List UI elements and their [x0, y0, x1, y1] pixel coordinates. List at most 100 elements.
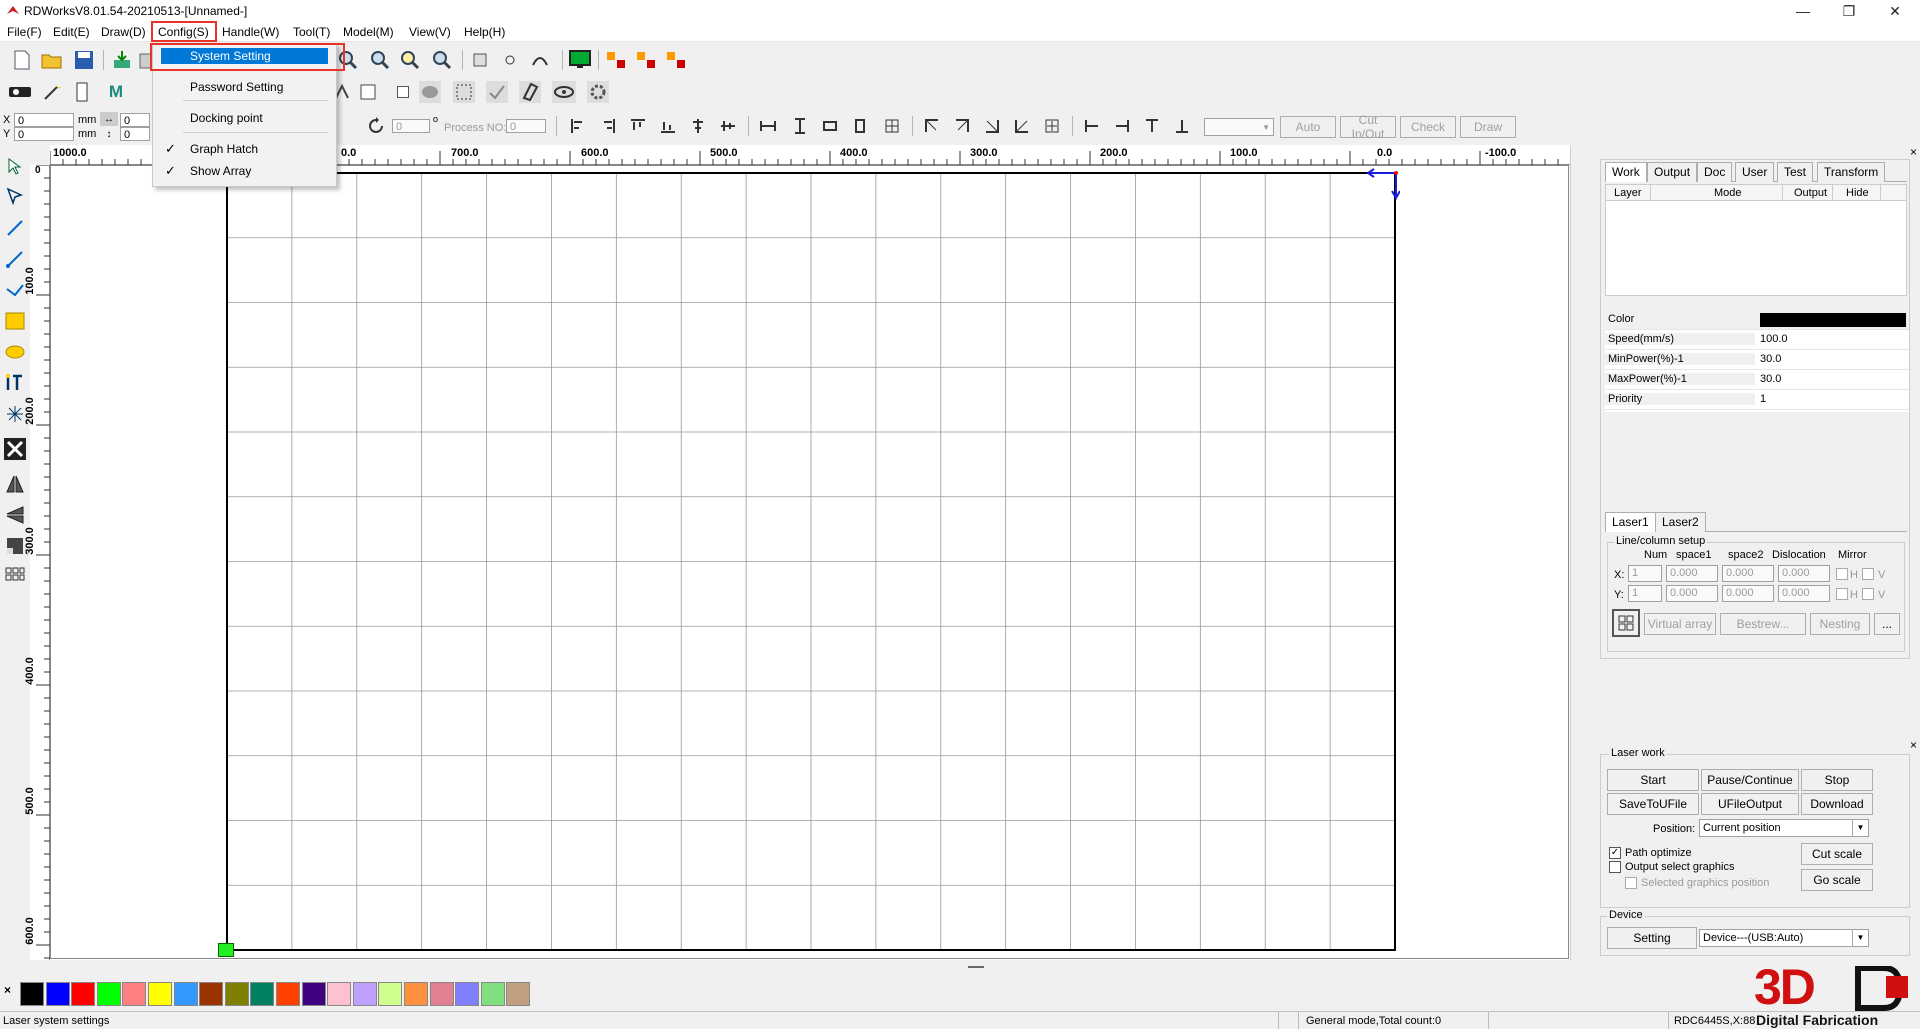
menu-file[interactable]: File(F) — [4, 24, 45, 40]
align-vcenter-icon[interactable] — [716, 115, 740, 137]
drawing-canvas[interactable] — [50, 165, 1570, 960]
eraser-icon[interactable] — [518, 81, 542, 103]
new-file-icon[interactable] — [10, 49, 34, 71]
corner-br-icon[interactable] — [980, 115, 1004, 137]
palette-swatch[interactable] — [173, 982, 198, 1006]
width-input[interactable]: 0 — [120, 113, 150, 127]
tab-transform[interactable]: Transform — [1817, 162, 1886, 182]
palette-swatch[interactable] — [250, 982, 275, 1006]
palette-swatch[interactable] — [71, 982, 96, 1006]
palette-close-icon[interactable]: × — [4, 983, 11, 997]
palette-swatch[interactable] — [301, 982, 326, 1006]
palette-swatch[interactable] — [45, 982, 70, 1006]
align-3-icon[interactable] — [664, 49, 688, 71]
zoom-select-icon[interactable] — [430, 49, 454, 71]
align-1-icon[interactable] — [604, 49, 628, 71]
go-scale-button[interactable]: Go scale — [1801, 869, 1873, 891]
rectangle-tool-icon[interactable] — [3, 310, 27, 332]
import-icon[interactable] — [110, 49, 134, 71]
align-hcenter-icon[interactable] — [686, 115, 710, 137]
same-width-icon[interactable] — [756, 115, 780, 137]
palette-swatch[interactable] — [148, 982, 172, 1006]
align-bottom-icon[interactable] — [656, 115, 680, 137]
array-more-button[interactable]: ... — [1874, 613, 1900, 635]
ufile-output-button[interactable]: UFileOutput — [1701, 793, 1799, 815]
tab-laser2[interactable]: Laser2 — [1655, 512, 1706, 532]
array-x-space1[interactable]: 0.000 — [1666, 565, 1718, 582]
delete-tool-icon[interactable] — [3, 438, 27, 460]
layer-combo[interactable]: ▼ — [1204, 118, 1274, 136]
palette-swatch[interactable] — [96, 982, 121, 1006]
gear-icon[interactable] — [586, 81, 610, 103]
ruler-icon[interactable] — [70, 81, 94, 103]
cut-scale-button[interactable]: Cut scale — [1801, 843, 1873, 865]
array-y-dislocation[interactable]: 0.000 — [1778, 585, 1830, 602]
same-size-icon[interactable] — [818, 115, 842, 137]
line-tool-icon[interactable] — [3, 217, 27, 239]
check-icon[interactable] — [485, 81, 509, 103]
layer-color-swatch[interactable] — [1760, 313, 1906, 327]
close-button[interactable]: ✕ — [1872, 0, 1918, 22]
device-setting-button[interactable]: Setting — [1607, 927, 1697, 949]
node-edit-tool-icon[interactable] — [3, 185, 27, 207]
menu-view[interactable]: View(V) — [406, 24, 454, 40]
draw-button[interactable]: Draw — [1460, 116, 1516, 138]
palette-swatch[interactable] — [122, 982, 147, 1006]
stop-button[interactable]: Stop — [1801, 769, 1873, 791]
tab-output[interactable]: Output — [1647, 162, 1698, 182]
laser-head-icon[interactable] — [8, 81, 32, 103]
node-icon[interactable] — [498, 49, 522, 71]
rotate-input[interactable]: 0 — [392, 119, 430, 133]
array-y-mirror-v[interactable] — [1862, 588, 1874, 600]
dist-bottom-icon[interactable] — [1170, 115, 1194, 137]
mirror-v-tool-icon[interactable] — [3, 504, 27, 526]
position-dropdown-arrow-icon[interactable]: ▼ — [1852, 820, 1868, 836]
align-2-icon[interactable] — [634, 49, 658, 71]
align-right-icon[interactable] — [596, 115, 620, 137]
check-button[interactable]: Check — [1400, 116, 1456, 138]
virtual-array-button[interactable]: Virtual array — [1644, 613, 1716, 635]
menu-edit[interactable]: Edit(E) — [50, 24, 93, 40]
ellipse-tool-icon[interactable] — [3, 341, 27, 363]
palette-swatch[interactable] — [327, 982, 352, 1006]
palette-swatch[interactable] — [455, 982, 480, 1006]
height-lock-icon[interactable]: ↕ — [100, 127, 118, 141]
array-x-mirror-v[interactable] — [1862, 568, 1874, 580]
work-panel-close-icon[interactable]: × — [1910, 145, 1917, 159]
sphere-icon[interactable] — [418, 81, 442, 103]
array-y-space1[interactable]: 0.000 — [1666, 585, 1718, 602]
minimize-button[interactable]: — — [1780, 0, 1826, 22]
dist-top-icon[interactable] — [1140, 115, 1164, 137]
laser-panel-close-icon[interactable]: × — [1910, 738, 1917, 752]
array-x-num[interactable]: 1 — [1628, 565, 1662, 582]
menu-model[interactable]: Model(M) — [340, 24, 397, 40]
corner-tr-icon[interactable] — [950, 115, 974, 137]
position-select[interactable]: Current position ▼ — [1699, 819, 1869, 837]
start-button[interactable]: Start — [1607, 769, 1699, 791]
menu-item-graph-hatch[interactable]: ✓ Graph Hatch — [153, 139, 336, 159]
array-tool-icon[interactable] — [3, 566, 27, 588]
layer-table[interactable]: Layer Mode Output Hide — [1605, 184, 1907, 296]
menu-draw[interactable]: Draw(D) — [98, 24, 149, 40]
frame-icon[interactable] — [468, 49, 492, 71]
rotate-icon[interactable] — [364, 115, 388, 137]
palette-swatch[interactable] — [506, 982, 531, 1006]
tab-work[interactable]: Work — [1605, 162, 1647, 182]
palette-swatch[interactable] — [224, 982, 249, 1006]
cut-in-out-button[interactable]: Cut In/Out — [1340, 113, 1396, 141]
menu-help[interactable]: Help(H) — [461, 24, 508, 40]
array-y-mirror-h[interactable] — [1836, 588, 1848, 600]
download-button[interactable]: Download — [1801, 793, 1873, 815]
palette-swatch[interactable] — [480, 982, 505, 1006]
output-select-checkbox[interactable] — [1609, 861, 1621, 873]
prop-speed-row[interactable]: Speed(mm/s) 100.0 — [1605, 330, 1909, 350]
column-output[interactable]: Output — [1794, 187, 1827, 199]
device-select[interactable]: Device---(USB:Auto) ▼ — [1699, 929, 1869, 947]
column-mode[interactable]: Mode — [1714, 187, 1742, 199]
wand-icon[interactable] — [40, 81, 64, 103]
curve-icon[interactable] — [528, 49, 552, 71]
height-input[interactable]: 0 — [120, 127, 150, 141]
tab-test[interactable]: Test — [1777, 162, 1814, 182]
dist-left-icon[interactable] — [1080, 115, 1104, 137]
eye-icon[interactable] — [552, 81, 576, 103]
